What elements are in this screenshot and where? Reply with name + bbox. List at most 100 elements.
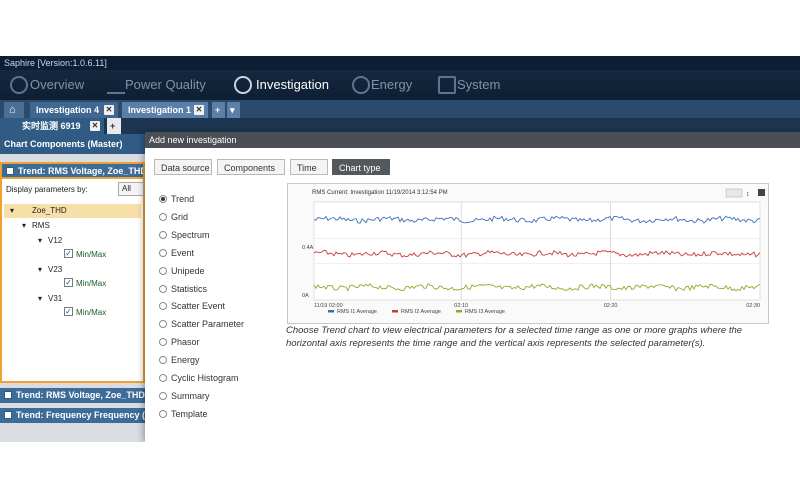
tree-item-label: V23	[48, 265, 63, 274]
close-icon[interactable]: ✕	[104, 105, 114, 115]
home-button[interactable]: ⌂	[4, 102, 24, 118]
legend-swatch	[456, 310, 462, 313]
expand-icon[interactable]	[4, 391, 12, 399]
chart-type-label: Grid	[171, 211, 189, 222]
chart-type-trend[interactable]: Trend	[159, 194, 194, 204]
chevron-down-icon[interactable]: ▾	[10, 206, 14, 215]
legend-swatch	[392, 310, 398, 313]
system-icon	[438, 76, 456, 94]
chart-type-template[interactable]: Template	[159, 409, 208, 419]
chart-type-label: Energy	[171, 355, 200, 366]
tab-menu-button[interactable]: ▾	[227, 102, 240, 118]
chart-title: RMS Current: Investigation 11/19/2014 3:…	[312, 190, 448, 196]
add-subtab-button[interactable]: +	[107, 118, 121, 134]
tab-investigation-1[interactable]: Investigation 1 ✕	[122, 102, 208, 118]
chart-type-summary[interactable]: Summary	[159, 391, 210, 401]
chevron-down-icon[interactable]: ▾	[22, 221, 26, 230]
close-icon	[758, 189, 765, 196]
radio-icon[interactable]	[159, 391, 167, 400]
close-icon[interactable]: ✕	[194, 105, 204, 115]
chevron-down-icon[interactable]: ▾	[38, 294, 42, 303]
card-title: Trend: Frequency Frequency (...	[16, 410, 145, 420]
chart-type-label: Spectrum	[171, 229, 210, 240]
crumb-time[interactable]: Time	[290, 159, 328, 175]
nav-energy[interactable]: Energy	[371, 73, 412, 97]
minmax-label: Min/Max	[76, 250, 107, 259]
minmax-label: Min/Max	[76, 279, 107, 288]
chart-type-label: Trend	[171, 194, 195, 204]
radio-icon[interactable]	[159, 230, 167, 239]
energy-icon	[352, 76, 370, 94]
chart-description: Choose Trend chart to view electrical pa…	[286, 325, 743, 349]
x-tick-label: 02:30	[746, 303, 760, 309]
subtab-realtime[interactable]: 实时监测 6919 ✕	[0, 118, 104, 134]
x-tick-label: 02:20	[604, 303, 618, 309]
chevron-down-icon[interactable]: ▾	[38, 265, 42, 274]
tab-label: Investigation 4	[36, 105, 100, 115]
tree-root-label: Zoe_THD	[32, 206, 67, 215]
add-investigation-dialog: Add new investigation Data source Compon…	[145, 132, 800, 442]
radio-icon[interactable]	[159, 302, 167, 311]
investigation-icon	[234, 76, 252, 94]
radio-icon[interactable]	[159, 266, 167, 275]
sort-icon: ↕	[746, 191, 750, 198]
chart-type-statistics[interactable]: Statistics	[159, 284, 207, 294]
tree-group-label: RMS	[32, 221, 50, 230]
radio-icon[interactable]	[159, 284, 167, 293]
chart-type-grid[interactable]: Grid	[159, 212, 188, 222]
card-title: Trend: RMS Voltage, Zoe_THD	[16, 390, 145, 400]
close-icon[interactable]: ✕	[90, 121, 100, 131]
display-by-label: Display parameters by:	[6, 185, 88, 194]
radio-icon[interactable]	[159, 248, 167, 257]
card-title: Trend: RMS Voltage, Zoe_THD	[18, 166, 145, 176]
crumb-data-source[interactable]: Data source	[154, 159, 212, 175]
collapse-icon[interactable]	[6, 167, 14, 175]
nav-overview[interactable]: Overview	[30, 73, 84, 97]
legend-label: RMS I2 Average	[401, 309, 441, 315]
nav-power-quality[interactable]: Power Quality	[125, 73, 206, 97]
trend-card-1-body: Display parameters by: All ▾ Zoe_THD ▾ R…	[0, 177, 145, 383]
radio-icon[interactable]	[159, 320, 167, 329]
tab-label: Investigation 1	[128, 105, 192, 115]
window-title: Saphire [Version:1.0.6.11]	[0, 56, 800, 70]
main-nav: Overview Power Quality Investigation Ene…	[0, 70, 800, 100]
chart-type-phasor[interactable]: Phasor	[159, 337, 200, 347]
chart-type-scatter-event[interactable]: Scatter Event	[159, 301, 225, 311]
radio-icon[interactable]	[159, 195, 167, 203]
radio-icon[interactable]	[159, 356, 167, 365]
nav-system[interactable]: System	[457, 73, 500, 97]
trend-card-3[interactable]: Trend: Frequency Frequency (...	[0, 408, 145, 423]
radio-icon[interactable]	[159, 212, 167, 221]
overview-icon	[10, 76, 28, 94]
chart-type-scatter-parameter[interactable]: Scatter Parameter	[159, 319, 244, 329]
radio-icon[interactable]	[159, 409, 167, 418]
add-tab-button[interactable]: +	[212, 102, 225, 118]
trend-card-1[interactable]: Trend: RMS Voltage, Zoe_THD	[0, 162, 145, 177]
radio-icon[interactable]	[159, 338, 167, 347]
radio-icon[interactable]	[159, 374, 167, 382]
chart-type-spectrum[interactable]: Spectrum	[159, 230, 210, 240]
checkbox-icon[interactable]: ✓	[64, 307, 73, 316]
chart-type-cyclic-histogram[interactable]: Cyclic Histogram	[159, 373, 239, 383]
chart-type-event[interactable]: Event	[159, 248, 194, 258]
tab-investigation-4[interactable]: Investigation 4 ✕	[30, 102, 118, 118]
checkbox-icon[interactable]: ✓	[64, 249, 73, 258]
subtab-label: 实时监测 6919	[22, 121, 81, 131]
crumb-components[interactable]: Components	[217, 159, 285, 175]
tree-root[interactable]: ▾ Zoe_THD	[4, 204, 141, 218]
nav-investigation[interactable]: Investigation	[256, 73, 329, 97]
chart-type-label: Unipede	[171, 265, 205, 276]
display-by-select[interactable]: All	[118, 182, 144, 196]
chart-type-energy[interactable]: Energy	[159, 355, 200, 365]
expand-icon[interactable]	[4, 411, 12, 419]
chart-type-unipede[interactable]: Unipede	[159, 266, 205, 276]
chart-type-label: Scatter Parameter	[171, 319, 245, 330]
checkbox-icon[interactable]: ✓	[64, 278, 73, 287]
chart-components-panel: Chart Components (Master) Trend: RMS Vol…	[0, 134, 145, 442]
trend-card-2[interactable]: Trend: RMS Voltage, Zoe_THD	[0, 388, 145, 403]
chart-type-label: Statistics	[171, 283, 208, 294]
crumb-chart-type[interactable]: Chart type	[332, 159, 390, 175]
dialog-title: Add new investigation	[145, 132, 800, 148]
chart-type-label: Summary	[171, 390, 210, 401]
chevron-down-icon[interactable]: ▾	[38, 236, 42, 245]
